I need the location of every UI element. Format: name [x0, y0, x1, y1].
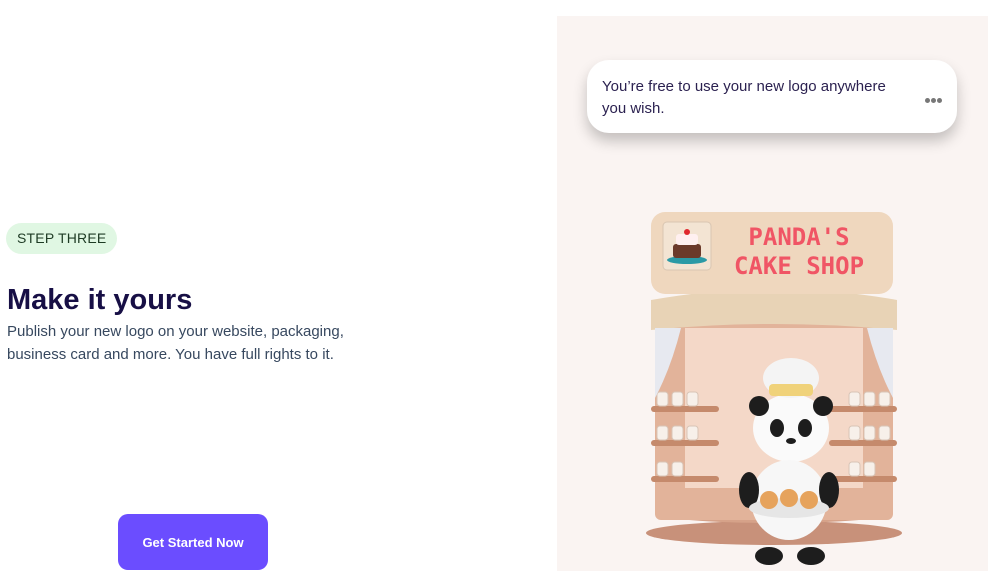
chat-bubble-text: You’re free to use your new logo anywher… — [602, 78, 886, 117]
step-badge: STEP THREE — [6, 223, 118, 254]
sign-text-line2: CAKE SHOP — [734, 252, 864, 280]
cake-icon — [662, 221, 712, 271]
shop-awning — [651, 289, 897, 330]
illustration-panel: You’re free to use your new logo anywher… — [557, 16, 988, 571]
cake-shop-illustration: PANDA'S CAKE SHOP — [646, 212, 902, 565]
page-title: Make it yours — [7, 284, 193, 316]
get-started-button[interactable]: Get Started Now — [118, 514, 268, 570]
sign-text-line1: PANDA'S — [748, 223, 849, 251]
chat-bubble: You’re free to use your new logo anywher… — [587, 60, 957, 133]
page-description: Publish your new logo on your website, p… — [7, 323, 344, 363]
more-dots-icon[interactable] — [925, 88, 945, 103]
